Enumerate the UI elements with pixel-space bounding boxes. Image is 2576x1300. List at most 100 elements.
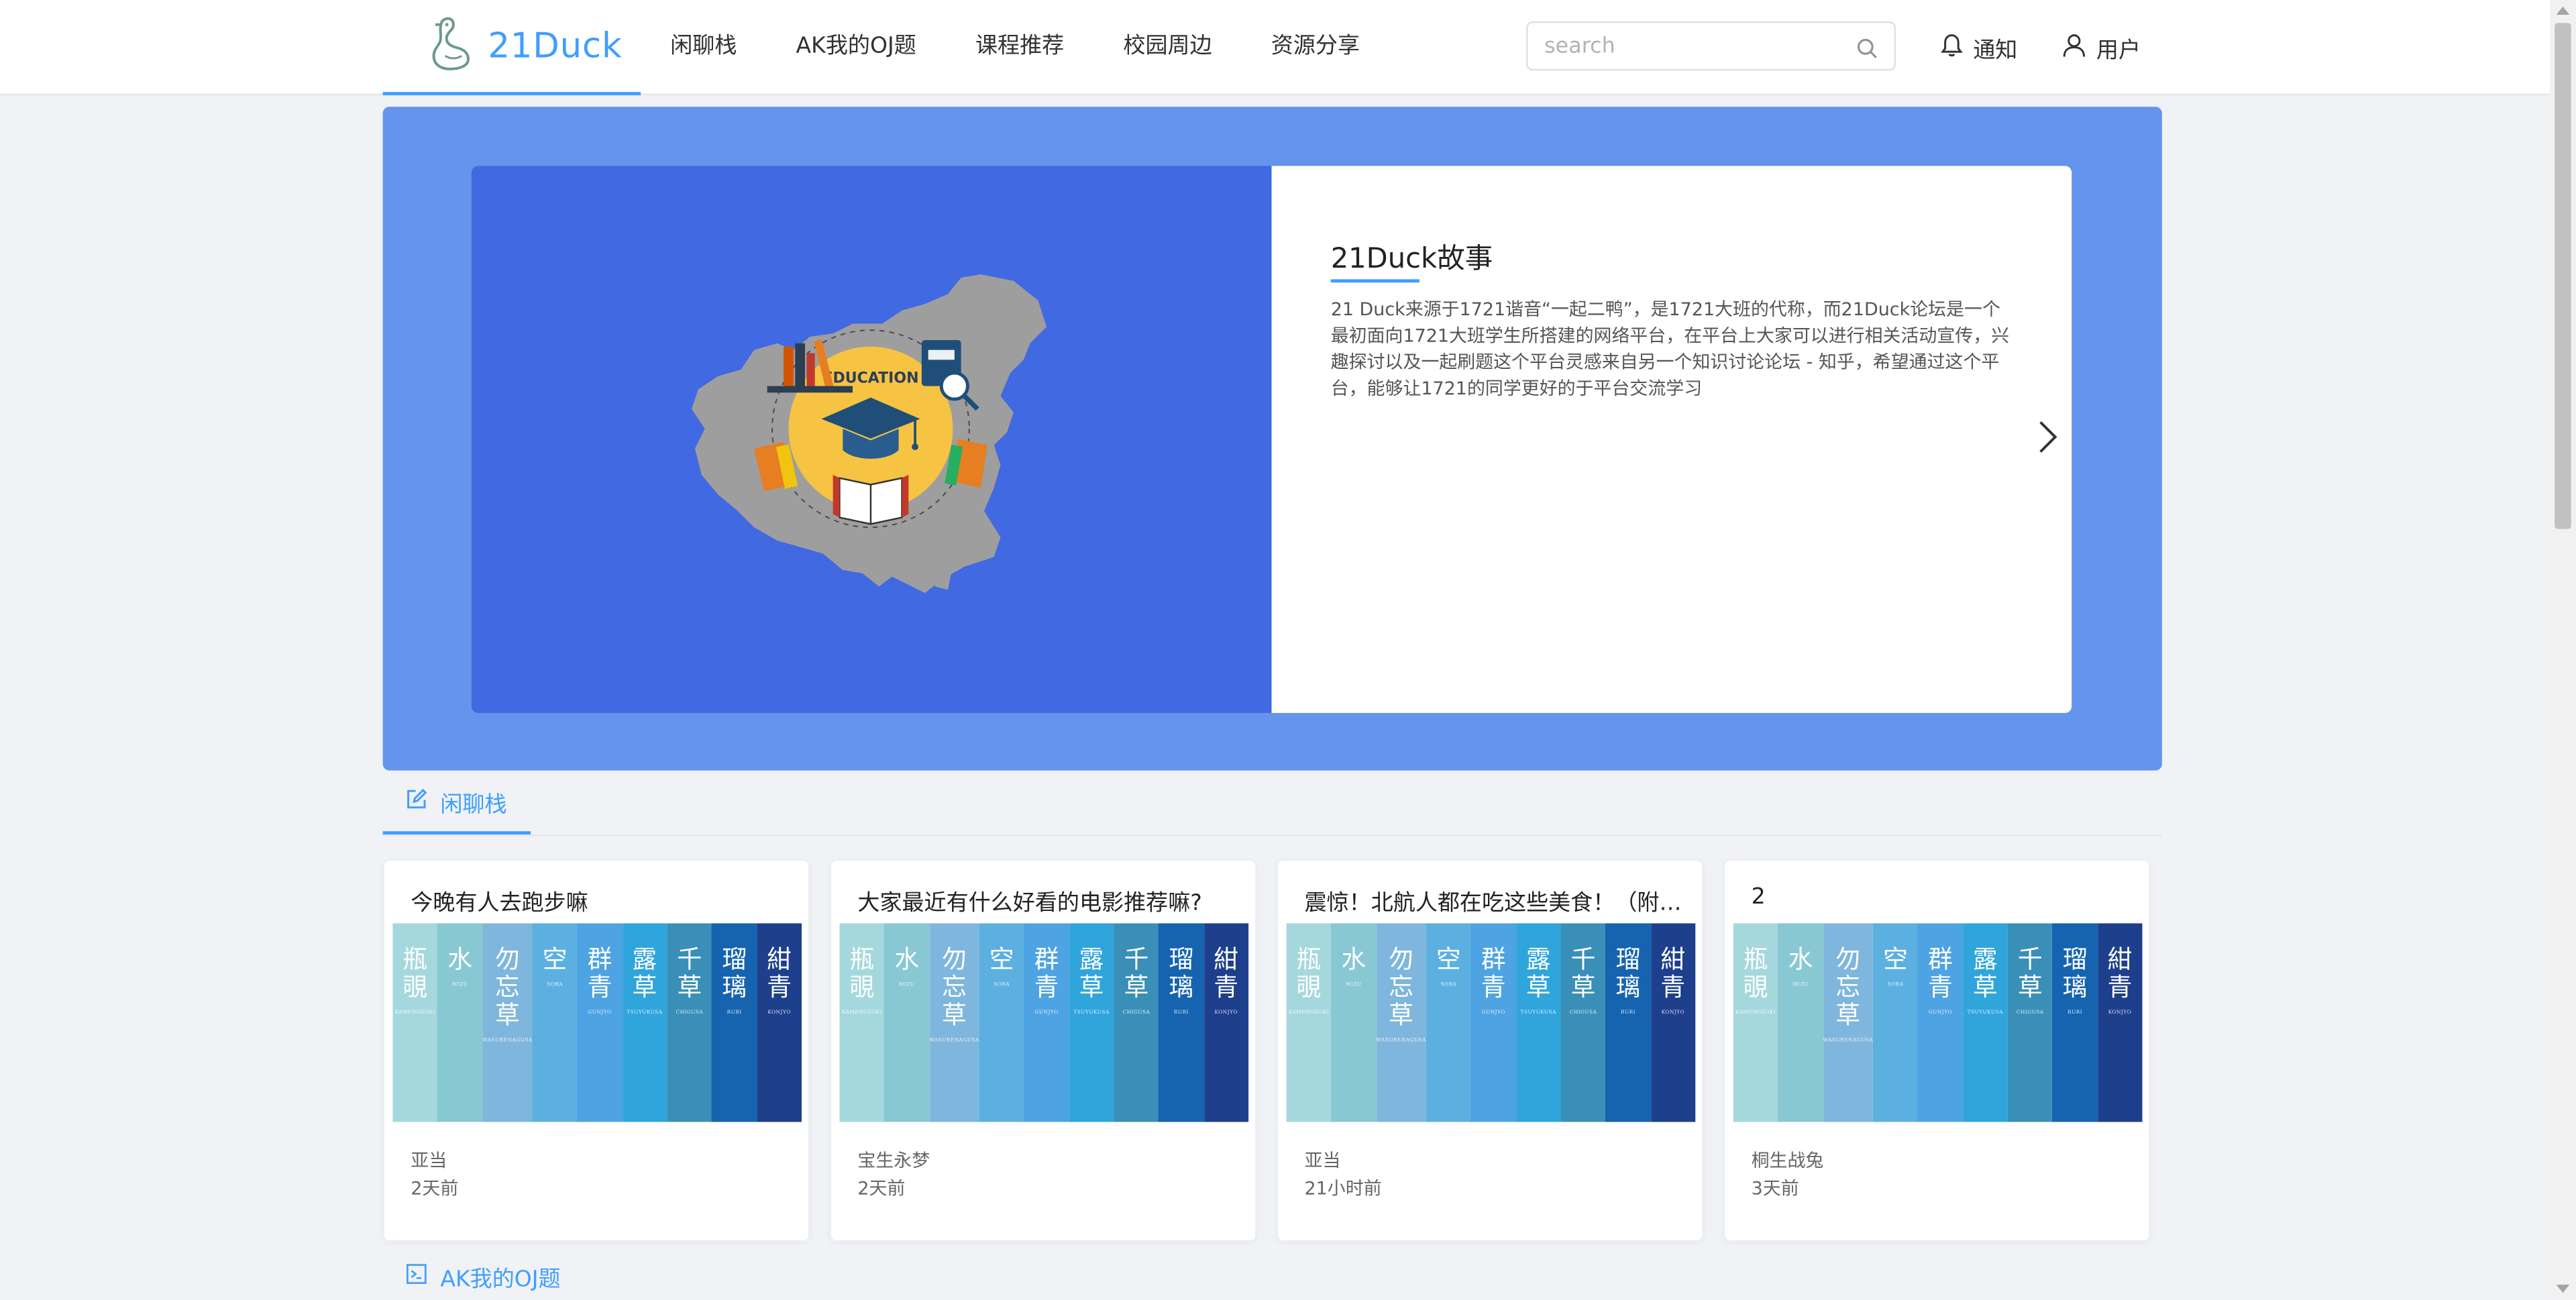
post-title[interactable]: 2	[1752, 884, 2129, 910]
story-title-underline	[1330, 279, 1419, 283]
post-card[interactable]: 今晚有人去跑步嘛 瓶覗 KAMENOZOKI 水 MIZU 勿忘草 WASURENAGUS…	[382, 859, 810, 1242]
color-strip-romaji: SORA	[1440, 981, 1457, 987]
color-strip: 千草 CHIGUSA	[667, 923, 712, 1122]
search-input[interactable]	[1527, 23, 1840, 69]
color-strip: 瓶覗 KAMENOZOKI	[1286, 923, 1332, 1122]
scroll-down-arrow-icon[interactable]	[2556, 1285, 2570, 1293]
color-strip: 空 SORA	[1873, 923, 1919, 1122]
user-label: 用户	[2096, 38, 2141, 64]
color-strip-romaji: TSUYUKUSA	[1520, 1008, 1556, 1016]
duck-logo-icon	[429, 15, 472, 77]
post-title[interactable]: 震惊！北航人都在吃这些美食！（附地图）	[1305, 884, 1682, 916]
top-header: 21Duck 闲聊栈 AK我的OJ题 课程推荐 校园周边 资源分享 search…	[0, 0, 2576, 96]
post-card[interactable]: 大家最近有什么好看的电影推荐嘛? 瓶覗 KAMENOZOKI 水 MIZU 勿忘草 WAS…	[829, 859, 1257, 1242]
color-strip: 露草 TSUYUKUSA	[622, 923, 667, 1122]
color-strip-romaji: MIZU	[1346, 981, 1362, 987]
main-nav: 闲聊栈 AK我的OJ题 课程推荐 校园周边 资源分享	[641, 0, 1389, 95]
color-strip-name: 千草	[677, 944, 702, 1002]
search-box	[1526, 21, 1896, 71]
color-strip-romaji: KAMENOZOKI	[1735, 1008, 1776, 1016]
color-strip-romaji: RURI	[1173, 1008, 1189, 1016]
post-title[interactable]: 今晚有人去跑步嘛	[411, 884, 788, 916]
color-strip: 空 SORA	[1426, 923, 1471, 1122]
post-author[interactable]: 亚当	[411, 1146, 447, 1173]
banner-story-panel: 21Duck故事 21 Duck来源于1721谐音“一起二鸭”，是1721大班的…	[1271, 166, 2072, 713]
color-strip-romaji: RURI	[2068, 1008, 2083, 1016]
color-strip: 群青 GUNJYO	[1918, 923, 1963, 1122]
color-strip-name: 瑠璃	[722, 944, 747, 1002]
edit-icon	[406, 788, 427, 816]
color-strip: 群青 GUNJYO	[1470, 923, 1516, 1122]
bell-icon	[1940, 32, 1963, 64]
post-cover-image: 瓶覗 KAMENOZOKI 水 MIZU 勿忘草 WASURENAGUSA 空 SORA 群青 G…	[392, 923, 802, 1122]
nav-item-oj[interactable]: AK我的OJ题	[766, 0, 945, 95]
scroll-up-arrow-icon[interactable]	[2556, 6, 2570, 15]
nav-item-resources[interactable]: 资源分享	[1242, 0, 1389, 95]
color-strip-name: 千草	[1570, 944, 1596, 1002]
color-strip-name: 勿忘草	[1835, 944, 1861, 1030]
color-strip-name: 瓶覗	[1296, 944, 1322, 1002]
carousel-next-icon[interactable]	[2035, 419, 2058, 462]
color-strip-romaji: TSUYUKUSA	[1967, 1008, 2004, 1016]
search-icon[interactable]	[1856, 34, 1878, 66]
color-strip-name: 群青	[1481, 944, 1506, 1002]
nav-item-campus[interactable]: 校园周边	[1093, 0, 1241, 95]
color-strip-name: 瑠璃	[2062, 944, 2088, 1002]
color-strip: 瑠璃 RURI	[712, 923, 757, 1122]
section-tab-chat[interactable]: 闲聊栈	[382, 772, 530, 835]
color-strip-name: 瓶覗	[849, 944, 875, 1002]
color-strip-romaji: KAMENOZOKI	[394, 1008, 435, 1016]
color-strip-name: 空	[989, 944, 1014, 975]
post-title[interactable]: 大家最近有什么好看的电影推荐嘛?	[857, 884, 1235, 916]
color-strip-romaji: SORA	[994, 981, 1010, 987]
color-strip: 水 MIZU	[884, 923, 930, 1122]
notifications-button[interactable]: 通知	[1940, 0, 2017, 95]
color-strip-romaji: MIZU	[451, 981, 468, 987]
color-strip-romaji: RURI	[727, 1008, 742, 1016]
education-text: EDUCATION	[822, 370, 918, 387]
post-author[interactable]: 宝生永梦	[857, 1146, 930, 1173]
color-strip-name: 勿忘草	[1389, 944, 1414, 1030]
color-strip-name: 水	[1788, 944, 1813, 975]
color-strip-romaji: MIZU	[1792, 981, 1809, 987]
brand-name: 21Duck	[488, 26, 623, 66]
education-map-illustration: EDUCATION	[692, 274, 1047, 594]
color-strip: 水 MIZU	[437, 923, 483, 1122]
color-strip-romaji: WASURENAGUSA	[482, 1036, 533, 1044]
banner-image-panel: EDUCATION	[471, 166, 1272, 713]
color-strip-name: 紺青	[2107, 944, 2133, 1002]
post-cover-image: 瓶覗 KAMENOZOKI 水 MIZU 勿忘草 WASURENAGUSA 空 SORA 群青 G…	[1733, 923, 2143, 1122]
color-strip-name: 群青	[1034, 944, 1059, 1002]
color-strip: 瓶覗 KAMENOZOKI	[392, 923, 438, 1122]
page-scrollbar[interactable]	[2549, 0, 2576, 1300]
nav-item-courses[interactable]: 课程推荐	[946, 0, 1093, 95]
color-strip: 空 SORA	[532, 923, 578, 1122]
color-strip-name: 千草	[2017, 944, 2043, 1002]
user-menu-button[interactable]: 用户	[2061, 0, 2141, 95]
color-strip-romaji: CHIGUSA	[676, 1008, 704, 1016]
color-strip: 勿忘草 WASURENAGUSA	[929, 923, 979, 1122]
color-strip: 露草 TSUYUKUSA	[1069, 923, 1114, 1122]
story-text: 21 Duck来源于1721谐音“一起二鸭”，是1721大班的代称，而21Duc…	[1330, 299, 2010, 400]
color-strip-romaji: CHIGUSA	[1569, 1008, 1597, 1016]
color-strip-name: 水	[1341, 944, 1366, 975]
post-cover-image: 瓶覗 KAMENOZOKI 水 MIZU 勿忘草 WASURENAGUSA 空 SORA 群青 G…	[1286, 923, 1696, 1122]
post-card[interactable]: 2 瓶覗 KAMENOZOKI 水 MIZU 勿忘草 WASURENAGUSA 空 SORA 群…	[1723, 859, 2151, 1242]
scrollbar-thumb[interactable]	[2555, 23, 2571, 529]
color-strip-name: 空	[542, 944, 568, 975]
post-author[interactable]: 桐生战兔	[1752, 1146, 1824, 1173]
color-strip-name: 勿忘草	[494, 944, 520, 1030]
post-author[interactable]: 亚当	[1305, 1146, 1341, 1173]
post-card[interactable]: 震惊！北航人都在吃这些美食！（附地图） 瓶覗 KAMENOZOKI 水 MIZU 勿忘草…	[1276, 859, 1704, 1242]
section-tab-oj[interactable]: AK我的OJ题	[406, 1255, 561, 1298]
color-strip: 水 MIZU	[1778, 923, 1823, 1122]
color-strip-romaji: GUNJYO	[588, 1008, 612, 1016]
color-strip: 瓶覗 KAMENOZOKI	[839, 923, 885, 1122]
color-strip-romaji: SORA	[1887, 981, 1904, 987]
brand-logo[interactable]: 21Duck	[382, 0, 641, 96]
color-strip-name: 瓶覗	[402, 944, 428, 1002]
color-strip: 群青 GUNJYO	[1024, 923, 1069, 1122]
color-strip-romaji: MIZU	[898, 981, 915, 987]
nav-item-chat[interactable]: 闲聊栈	[641, 0, 766, 95]
color-strip-name: 空	[1883, 944, 1908, 975]
